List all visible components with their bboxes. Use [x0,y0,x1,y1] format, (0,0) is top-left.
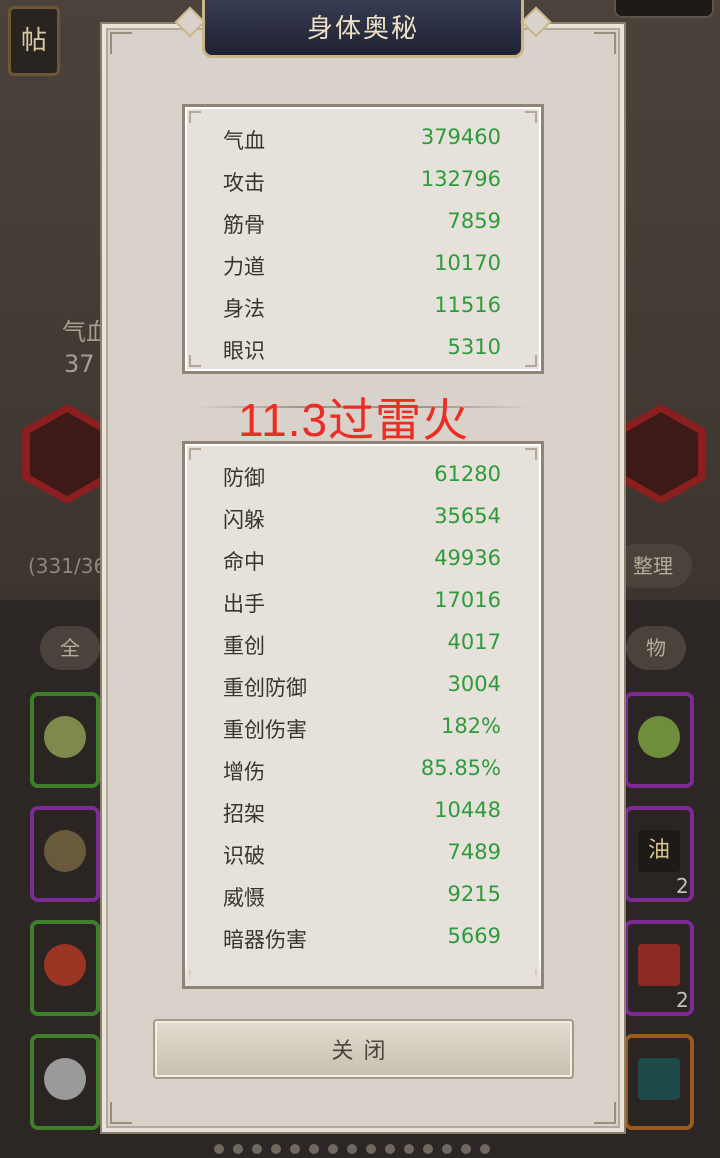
stat-value: 7859 [447,209,501,233]
stat-row: 眼识 5310 [185,327,541,369]
inventory-slot[interactable] [30,692,100,788]
stat-row: 防御 61280 [185,454,541,496]
inventory-slot[interactable] [30,806,100,902]
stat-row: 暗器伤害 5669 [185,916,541,958]
stat-label: 力道 [223,255,265,279]
close-button[interactable]: 关闭 [153,1019,574,1079]
stat-row: 力道 10170 [185,243,541,285]
stat-value: 132796 [420,167,501,191]
top-right-button[interactable] [614,0,714,18]
post-tag-button[interactable]: 帖 [8,6,60,76]
stat-value: 4017 [447,630,501,654]
stat-value: 49936 [434,546,501,570]
slot-count: 2 [676,988,689,1012]
stat-label: 命中 [223,550,265,574]
tab-all[interactable]: 全 [40,626,100,670]
stat-label: 暗器伤害 [223,928,307,952]
stat-value: 9215 [447,882,501,906]
stat-row: 攻击 132796 [185,159,541,201]
stat-label: 出手 [223,592,265,616]
inventory-slot[interactable] [30,920,100,1016]
stat-row: 增伤 85.85% [185,748,541,790]
stat-value: 85.85% [420,756,501,780]
stat-value: 182% [440,714,501,738]
stat-value: 5669 [447,924,501,948]
stat-label: 眼识 [223,339,265,363]
stat-value: 10448 [434,798,501,822]
stat-value: 61280 [434,462,501,486]
stat-row: 招架 10448 [185,790,541,832]
primary-stats-box: 气血 379460 攻击 132796 筋骨 7859 力道 10170 身法 11516… [182,104,544,374]
stat-value: 379460 [420,125,501,149]
stat-value: 7489 [447,840,501,864]
stat-value: 5310 [447,335,501,359]
stat-row: 重创伤害 182% [185,706,541,748]
stat-label: 攻击 [223,171,265,195]
stat-label: 防御 [223,466,265,490]
slot-count: 2 [676,874,689,898]
inventory-count: (331/36 [28,554,107,578]
stat-row: 命中 49936 [185,538,541,580]
inventory-slot[interactable] [30,1034,100,1130]
stat-value: 3004 [447,672,501,696]
stat-row: 识破 7489 [185,832,541,874]
stat-row: 筋骨 7859 [185,201,541,243]
stat-row: 闪躲 35654 [185,496,541,538]
secondary-stats-list[interactable]: 防御 61280 闪躲 35654 命中 49936 出手 17016 重创 4017 重… [185,454,541,958]
stat-label: 闪躲 [223,508,265,532]
stat-row: 身法 11516 [185,285,541,327]
inventory-slot[interactable] [624,1034,694,1130]
stat-label: 身法 [223,297,265,321]
stat-row: 重创 4017 [185,622,541,664]
stat-value: 11516 [434,293,501,317]
modal-title: 身体奥秘 [306,13,419,44]
stat-row: 出手 17016 [185,580,541,622]
stat-value: 35654 [434,504,501,528]
primary-stats-list: 气血 379460 攻击 132796 筋骨 7859 力道 10170 身法 11516… [185,117,541,369]
stat-label: 气血 [223,129,265,153]
stat-label: 招架 [223,802,265,826]
stat-label: 威慑 [223,886,265,910]
scroll-fade [185,956,541,986]
stat-row: 重创防御 3004 [185,664,541,706]
inventory-slot[interactable] [624,692,694,788]
stat-value: 17016 [434,588,501,612]
secondary-stats-box[interactable]: 防御 61280 闪躲 35654 命中 49936 出手 17016 重创 4017 重… [182,441,544,989]
page-indicator [214,1144,514,1154]
stat-row: 威慑 9215 [185,874,541,916]
stat-label: 识破 [223,844,265,868]
stat-label: 重创伤害 [223,718,307,742]
stat-label: 重创 [223,634,265,658]
tab-items[interactable]: 物 [626,626,686,670]
stat-label: 筋骨 [223,213,265,237]
oil-item-icon: 油 [638,830,680,872]
background-stat-value: 37 [64,350,95,378]
modal-title-plate: 身体奥秘 [202,0,524,58]
stat-value: 10170 [434,251,501,275]
stat-label: 增伤 [223,760,265,784]
stat-row: 气血 379460 [185,117,541,159]
stat-label: 重创防御 [223,676,307,700]
